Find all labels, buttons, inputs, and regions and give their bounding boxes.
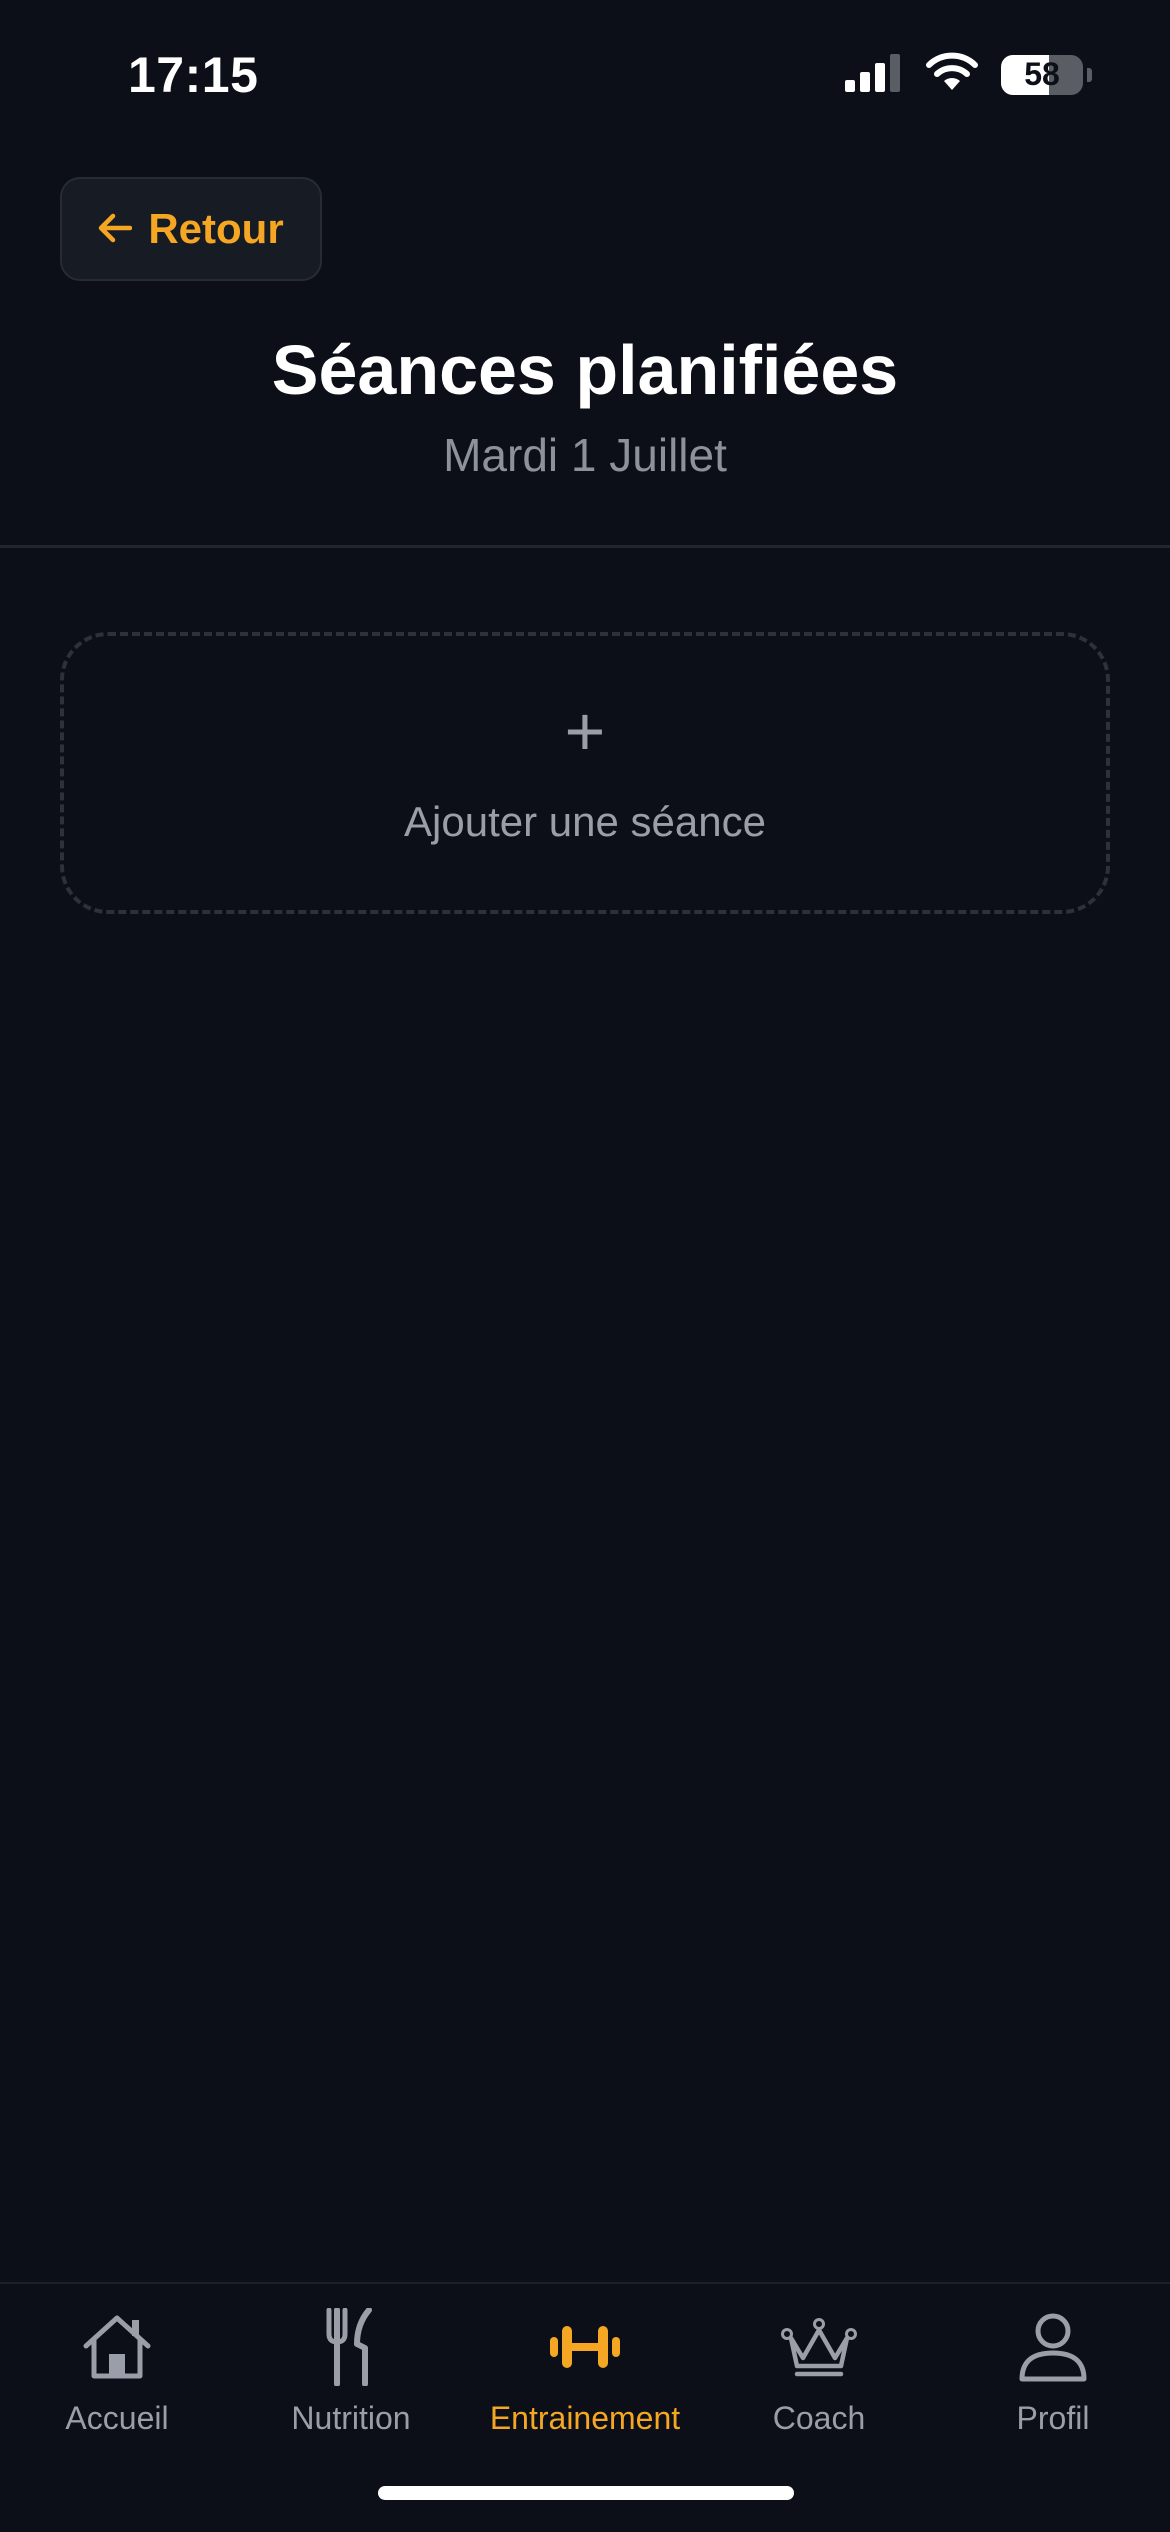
battery-icon: 58 xyxy=(1001,54,1083,95)
page-title: Séances planifiées xyxy=(271,331,899,409)
header-divider xyxy=(0,545,1170,548)
add-session-label: Ajouter une séance xyxy=(404,798,766,845)
status-icons: 58 xyxy=(845,52,1092,97)
user-icon xyxy=(936,2302,1170,2392)
tab-profil[interactable]: Profil xyxy=(936,2302,1170,2452)
signal-icon xyxy=(845,52,903,97)
home-indicator[interactable] xyxy=(378,2486,794,2500)
home-icon xyxy=(0,2302,234,2392)
tab-nutrition[interactable]: Nutrition xyxy=(234,2302,468,2452)
crown-icon xyxy=(702,2302,936,2392)
fork-knife-icon xyxy=(234,2302,468,2392)
back-button[interactable]: Retour xyxy=(60,177,322,281)
dumbbell-icon xyxy=(468,2302,702,2392)
battery-nub xyxy=(1087,67,1092,82)
status-time: 17:15 xyxy=(128,47,259,103)
tab-entrainement[interactable]: Entrainement xyxy=(468,2302,702,2452)
back-button-label: Retour xyxy=(148,205,284,252)
screen: 17:15 58 Retour Séances planifiées Mardi… xyxy=(0,0,1170,2532)
tab-coach[interactable]: Coach xyxy=(702,2302,936,2452)
status-bar: 17:15 58 xyxy=(0,0,1170,150)
tab-accueil-label: Accueil xyxy=(65,2400,169,2436)
wifi-icon xyxy=(925,52,979,97)
tab-nutrition-label: Nutrition xyxy=(291,2400,411,2436)
plus-icon: + xyxy=(564,692,606,770)
tab-entrainement-label: Entrainement xyxy=(489,2400,681,2436)
tab-profil-label: Profil xyxy=(1016,2400,1090,2436)
page-subtitle: Mardi 1 Juillet xyxy=(443,429,727,481)
add-session-button[interactable]: + Ajouter une séance xyxy=(60,632,1110,914)
tab-accueil[interactable]: Accueil xyxy=(0,2302,234,2452)
battery-level: 58 xyxy=(1024,56,1060,92)
tab-coach-label: Coach xyxy=(772,2400,866,2436)
arrow-left-icon xyxy=(98,205,133,253)
